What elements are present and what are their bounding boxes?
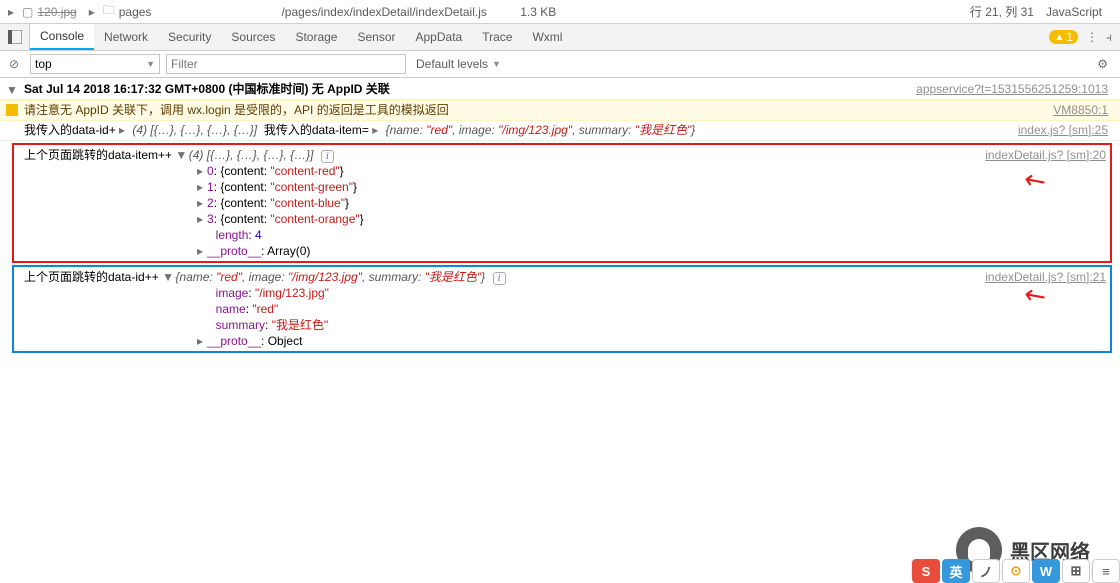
tab-console[interactable]: Console [30,24,94,50]
tab-sensor[interactable]: Sensor [347,24,405,50]
expand-icon[interactable]: ▸ [372,123,382,138]
source-link[interactable]: indexDetail.js? [sm]:21 [985,269,1106,285]
taskbar-icons: S 英 ノ ⊙ W ⊞ ≡ [912,559,1120,583]
language-mode[interactable]: JavaScript [1046,5,1102,19]
taskbar-icon[interactable]: ⊞ [1062,559,1090,583]
devtools-tabs: Console Network Security Sources Storage… [0,24,1120,51]
tab-appdata[interactable]: AppData [406,24,473,50]
expand-icon[interactable]: ▸ [197,195,207,211]
log-entry: ▼ Sat Jul 14 2018 16:17:32 GMT+0800 (中国标… [0,80,1120,100]
expand-icon[interactable]: ▼ [175,147,185,163]
tab-wxml[interactable]: Wxml [522,24,572,50]
tab-trace[interactable]: Trace [472,24,522,50]
cursor-position: 行 21, 列 31 [970,3,1034,20]
tree-expand-icon[interactable]: ▸ [8,5,18,19]
taskbar-icon[interactable]: ≡ [1092,559,1120,583]
chevron-down-icon: ▼ [146,59,155,69]
info-icon[interactable]: i [321,150,334,163]
status-bar: ▸ ▢ 120.jpg ▸ 🗀 pages /pages/index/index… [0,0,1120,24]
source-link[interactable]: appservice?t=1531556251259:1013 [916,82,1108,97]
source-link[interactable]: VM8850:1 [1053,103,1108,118]
tab-storage[interactable]: Storage [285,24,347,50]
chevron-down-icon: ▼ [492,59,501,69]
expand-icon[interactable]: ▸ [197,333,207,349]
tab-security[interactable]: Security [158,24,221,50]
expand-icon[interactable]: ▼ [162,269,172,285]
tab-network[interactable]: Network [94,24,158,50]
warning-icon [6,104,18,116]
log-entry: 我传入的data-id+ ▸ (4) [{…}, {…}, {…}, {…}] … [0,121,1120,141]
expand-icon[interactable]: ⫞ [1106,30,1112,45]
ime-lang-icon[interactable]: 英 [942,559,970,583]
ime-icon[interactable]: S [912,559,940,583]
source-link[interactable]: indexDetail.js? [sm]:20 [985,147,1106,163]
taskbar-icon[interactable]: ⊙ [1002,559,1030,583]
expand-icon[interactable]: ▼ [6,83,18,98]
filter-input[interactable] [166,54,406,74]
console-toolbar: ⊘ top▼ Default levels▼ ⚙ [0,51,1120,78]
settings-icon[interactable]: ⚙ [1097,57,1116,71]
context-selector[interactable]: top▼ [30,54,160,74]
log-levels-selector[interactable]: Default levels▼ [412,54,532,74]
log-text: Sat Jul 14 2018 16:17:32 GMT+0800 (中国标准时… [24,82,390,96]
log-warning: 请注意无 AppID 关联下，调用 wx.login 是受限的，API 的返回是… [0,100,1120,121]
clear-console-icon[interactable]: ⊘ [4,54,24,74]
tree-expand-icon[interactable]: ▸ [89,5,99,19]
file-size: 1.3 KB [520,5,556,19]
taskbar-icon[interactable]: ノ [972,559,1000,583]
expand-icon[interactable]: ▸ [197,211,207,227]
tree-folder[interactable]: pages [119,5,152,19]
source-link[interactable]: index.js? [sm]:25 [1018,123,1108,138]
dock-toggle-icon[interactable] [0,24,30,50]
expand-icon[interactable]: ▸ [197,243,207,259]
tree-file[interactable]: 120.jpg [37,5,76,19]
expand-icon[interactable]: ▸ [119,123,129,138]
tab-sources[interactable]: Sources [221,24,285,50]
highlighted-log-blue: 上个页面跳转的data-id++ ▼ {name: "red", image: … [12,265,1112,353]
log-text: 请注意无 AppID 关联下，调用 wx.login 是受限的，API 的返回是… [24,103,449,117]
expand-icon[interactable]: ▸ [197,163,207,179]
expand-icon[interactable]: ▸ [197,179,207,195]
file-path: /pages/index/indexDetail/indexDetail.js [281,5,486,19]
console-output: ▼ Sat Jul 14 2018 16:17:32 GMT+0800 (中国标… [0,78,1120,353]
taskbar-icon[interactable]: W [1032,559,1060,583]
warning-count-badge[interactable]: ▲ 1 [1049,30,1078,44]
more-icon[interactable]: ⋮ [1086,30,1098,44]
highlighted-log-red: 上个页面跳转的data-item++ ▼ (4) [{…}, {…}, {…},… [12,143,1112,263]
info-icon[interactable]: i [493,272,506,285]
